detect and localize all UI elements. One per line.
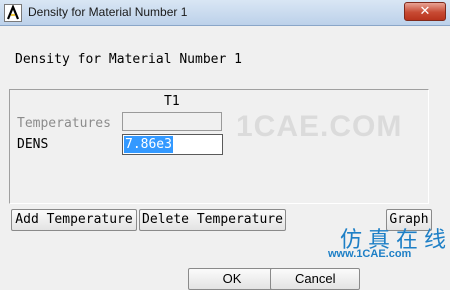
site-logo: 仿真在线 www.1CAE.com [318,222,448,262]
ok-button[interactable]: OK [188,268,276,290]
delete-temperature-button[interactable]: Delete Temperature [139,209,286,231]
column-header-t1: T1 [164,94,180,109]
dialog-header: Density for Material Number 1 [15,52,242,67]
cancel-button[interactable]: Cancel [270,268,360,290]
ansys-logo-icon [4,4,22,22]
window-title: Density for Material Number 1 [28,5,188,19]
logo-url-text: www.1CAE.com [328,248,412,260]
title-bar: Density for Material Number 1 ✕ [0,0,450,26]
temperature-cell[interactable] [122,112,222,131]
row-label-temperatures: Temperatures [17,116,111,131]
density-cell[interactable]: 7.86e3 [122,134,223,155]
add-temperature-button[interactable]: Add Temperature [11,209,137,231]
watermark: 1CAE.COM [236,110,403,143]
close-button[interactable]: ✕ [404,2,446,21]
row-label-dens: DENS [17,137,49,152]
density-value: 7.86e3 [124,136,173,153]
